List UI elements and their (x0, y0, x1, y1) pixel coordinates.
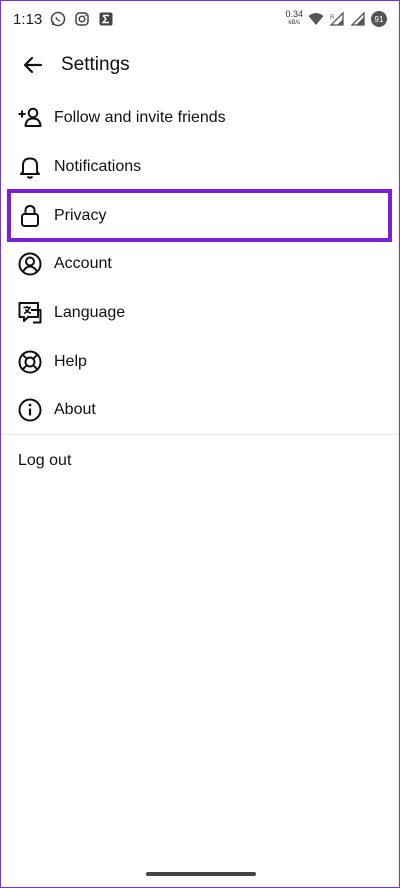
menu-item-label: Language (54, 304, 126, 322)
status-bar: 1:13 0.34 kB/s R 91 (1, 1, 399, 37)
info-icon (17, 397, 43, 423)
menu-item-label: Follow and invite friends (54, 109, 226, 127)
settings-menu: Follow and invite friends Notifications … (1, 94, 399, 435)
battery-icon: 91 (371, 11, 387, 27)
bell-icon (17, 154, 43, 180)
menu-item-privacy[interactable]: Privacy (7, 189, 392, 243)
divider (1, 434, 399, 435)
wifi-icon (308, 13, 324, 25)
menu-item-label: About (54, 401, 96, 419)
svg-text:R: R (330, 15, 335, 21)
page-title: Settings (61, 54, 130, 75)
battery-level: 91 (374, 14, 384, 24)
menu-item-label: Notifications (54, 158, 142, 176)
network-speed-unit: kB/s (288, 20, 301, 26)
translate-icon (17, 300, 43, 326)
menu-item-label: Help (54, 352, 87, 370)
account-circle-icon (17, 251, 43, 277)
network-speed: 0.34 kB/s (285, 10, 303, 28)
sigma-app-icon (99, 12, 113, 26)
instagram-icon (75, 12, 89, 26)
menu-item-follow-invite[interactable]: Follow and invite friends (1, 94, 399, 143)
menu-item-label: Account (54, 255, 112, 273)
settings-screen: 1:13 0.34 kB/s R 91 Settings Follow and … (0, 0, 400, 888)
menu-item-language[interactable]: Language (1, 289, 399, 338)
notification-icons (50, 11, 114, 27)
menu-item-notifications[interactable]: Notifications (1, 143, 399, 192)
header: Settings (1, 45, 399, 85)
lock-icon (17, 203, 43, 229)
menu-item-about[interactable]: About (1, 386, 399, 435)
menu-item-help[interactable]: Help (1, 337, 399, 386)
arrow-left-icon (23, 56, 43, 74)
lifebuoy-icon (17, 349, 43, 375)
signal-icon: R (329, 11, 344, 26)
back-button[interactable] (13, 45, 53, 85)
system-icons: 0.34 kB/s R 91 (285, 10, 387, 28)
menu-item-account[interactable]: Account (1, 240, 399, 289)
menu-item-label: Privacy (54, 206, 107, 224)
signal-icon (350, 11, 365, 26)
add-person-icon (17, 105, 43, 131)
logout-button[interactable]: Log out (18, 447, 71, 475)
network-speed-value: 0.34 (285, 9, 303, 19)
status-time: 1:13 (13, 10, 43, 28)
whatsapp-icon (50, 11, 66, 27)
home-indicator[interactable] (146, 872, 256, 876)
